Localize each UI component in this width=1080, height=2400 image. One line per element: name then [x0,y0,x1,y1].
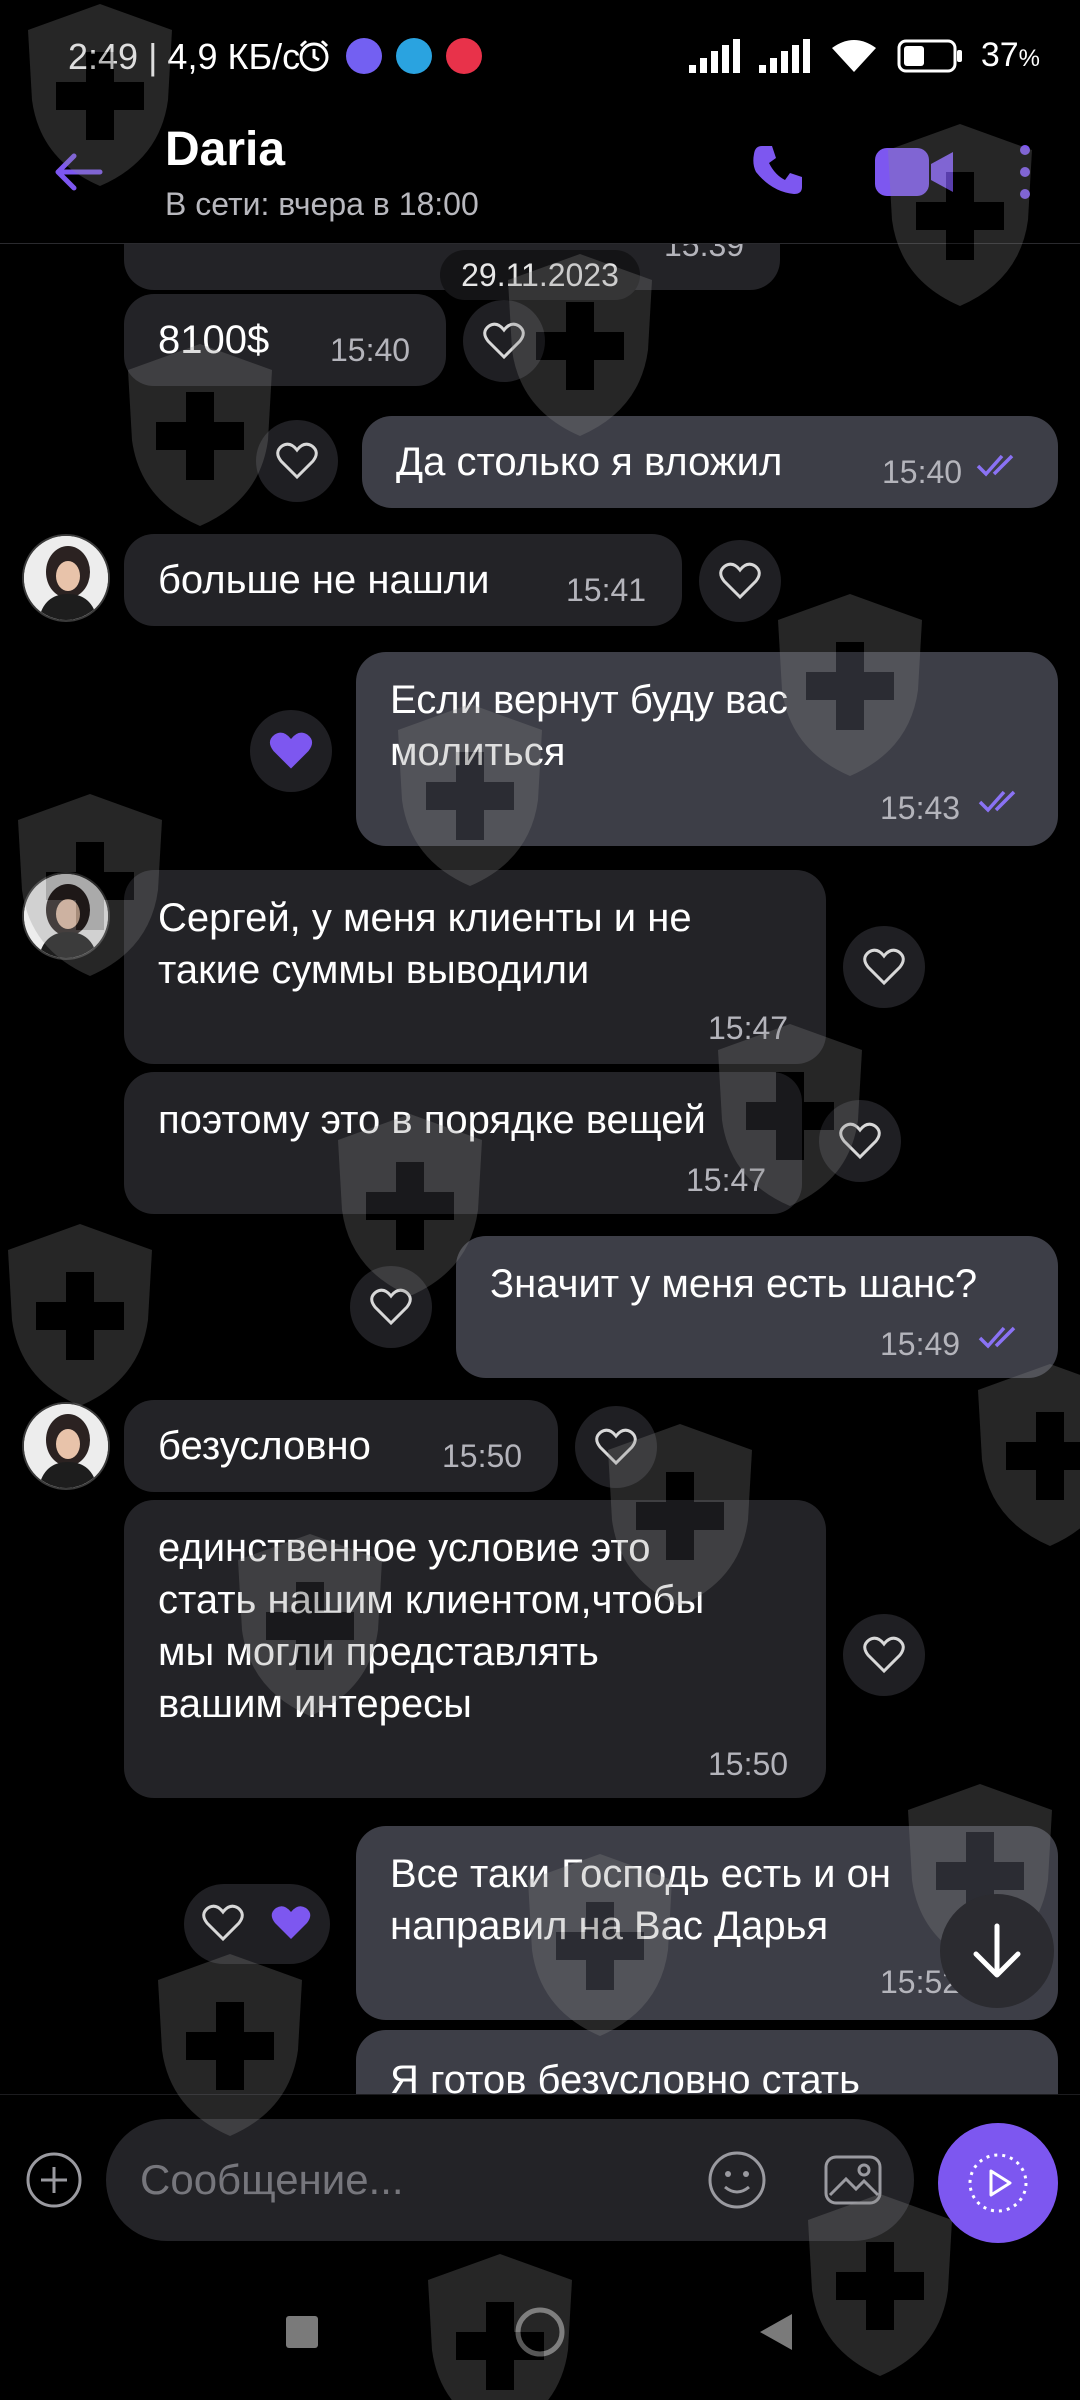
play-send-icon [968,2153,1028,2213]
like-button[interactable] [699,540,781,622]
message-bubble-incoming[interactable]: 8100$ 15:40 [124,294,446,386]
gallery-icon[interactable] [822,2149,884,2211]
status-bar: 2:49 | 4,9 КБ/с 37% [0,0,1080,120]
scroll-to-bottom-button[interactable] [940,1894,1054,2008]
status-time: 2:49 | 4,9 КБ/с [68,36,301,77]
heart-outline-icon [370,1288,412,1326]
message-bubble-outgoing[interactable]: Да столько я вложил 15:40 [362,416,1058,508]
battery-level: 37% [980,36,1040,74]
avatar[interactable] [22,1402,110,1490]
phone-call-icon[interactable] [748,140,808,200]
heart-filled-icon [269,732,313,769]
heart-outline-icon [483,322,525,360]
message-bubble-incoming[interactable]: единственное условие это стать нашим кли… [124,1500,826,1798]
home-button[interactable] [508,2300,572,2364]
like-button[interactable] [463,300,545,382]
viber-icon [346,38,382,74]
plus-circle-icon[interactable] [25,2151,83,2209]
like-button[interactable] [843,926,925,1008]
message-bubble-incoming[interactable]: поэтому это в порядке вещей 15:47 [124,1072,802,1214]
like-button-liked[interactable] [250,710,332,792]
heart-outline-icon [595,1428,637,1466]
heart-outline-icon [276,442,318,480]
avatar[interactable] [22,534,110,622]
heart-outline-icon [863,1636,905,1674]
avatar-image [24,536,108,620]
like-button[interactable] [843,1614,925,1696]
date-separator: 29.11.2023 [440,250,640,300]
square-icon [286,2316,318,2348]
telegram-icon [396,38,432,74]
triangle-back-icon [760,2314,792,2350]
message-bubble-outgoing[interactable]: Я готов безусловно стать [356,2030,1058,2094]
message-bubble-incoming[interactable]: больше не нашли 15:41 [124,534,682,626]
message-bubble-outgoing[interactable]: Если вернут буду вас молиться 15:43 [356,652,1058,846]
signal-icon [688,38,740,73]
heart-outline-icon[interactable] [202,1904,244,1942]
wifi-icon [831,39,876,72]
contact-last-seen: В сети: вчера в 18:00 [165,186,479,222]
back-arrow-icon[interactable] [50,144,106,200]
read-ticks-icon [978,790,1016,813]
avatar[interactable] [22,872,110,960]
like-button[interactable] [819,1100,901,1182]
heart-filled-icon[interactable] [270,1904,312,1942]
message-list[interactable]: 15:39 29.11.2023 8100$ 15:40 Да столько … [0,244,1080,2094]
recents-button[interactable] [270,2300,334,2364]
message-input-container [106,2119,914,2241]
arrow-down-icon [973,1923,1021,1978]
message-input[interactable] [140,2147,640,2213]
heart-outline-icon [863,948,905,986]
avatar-image [24,1404,108,1488]
read-ticks-icon [978,1326,1016,1349]
more-options-icon[interactable] [1010,140,1040,204]
heart-outline-icon [719,562,761,600]
alarm-icon [299,39,329,72]
send-button[interactable] [938,2123,1058,2243]
signal-icon [758,38,810,73]
video-call-icon[interactable] [875,144,955,200]
back-button[interactable] [744,2300,808,2364]
home-circle-icon [515,2307,565,2357]
message-bubble-outgoing[interactable]: Значит у меня есть шанс? 15:49 [456,1236,1058,1378]
like-button[interactable] [350,1266,432,1348]
heart-outline-icon [839,1122,881,1160]
reactions-pill[interactable] [184,1884,330,1964]
contact-name[interactable]: Daria [165,122,285,177]
message-bubble-incoming[interactable]: безусловно 15:50 [124,1400,558,1492]
chat-screen: 2:49 | 4,9 КБ/с 37% Daria В сети: вчера … [0,0,1080,2400]
system-navigation-bar [0,2260,1080,2400]
avatar-image [24,874,108,958]
message-bubble-incoming[interactable]: Сергей, у меня клиенты и не такие суммы … [124,870,826,1064]
status-icons: 37% [688,36,1040,75]
chat-header: Daria В сети: вчера в 18:00 [0,120,1080,244]
battery-icon [897,39,962,72]
read-ticks-icon [976,454,1014,477]
like-button[interactable] [256,420,338,502]
tiktok-icon [446,38,482,74]
like-button[interactable] [575,1406,657,1488]
emoji-icon[interactable] [706,2149,768,2211]
message-composer [0,2094,1080,2260]
